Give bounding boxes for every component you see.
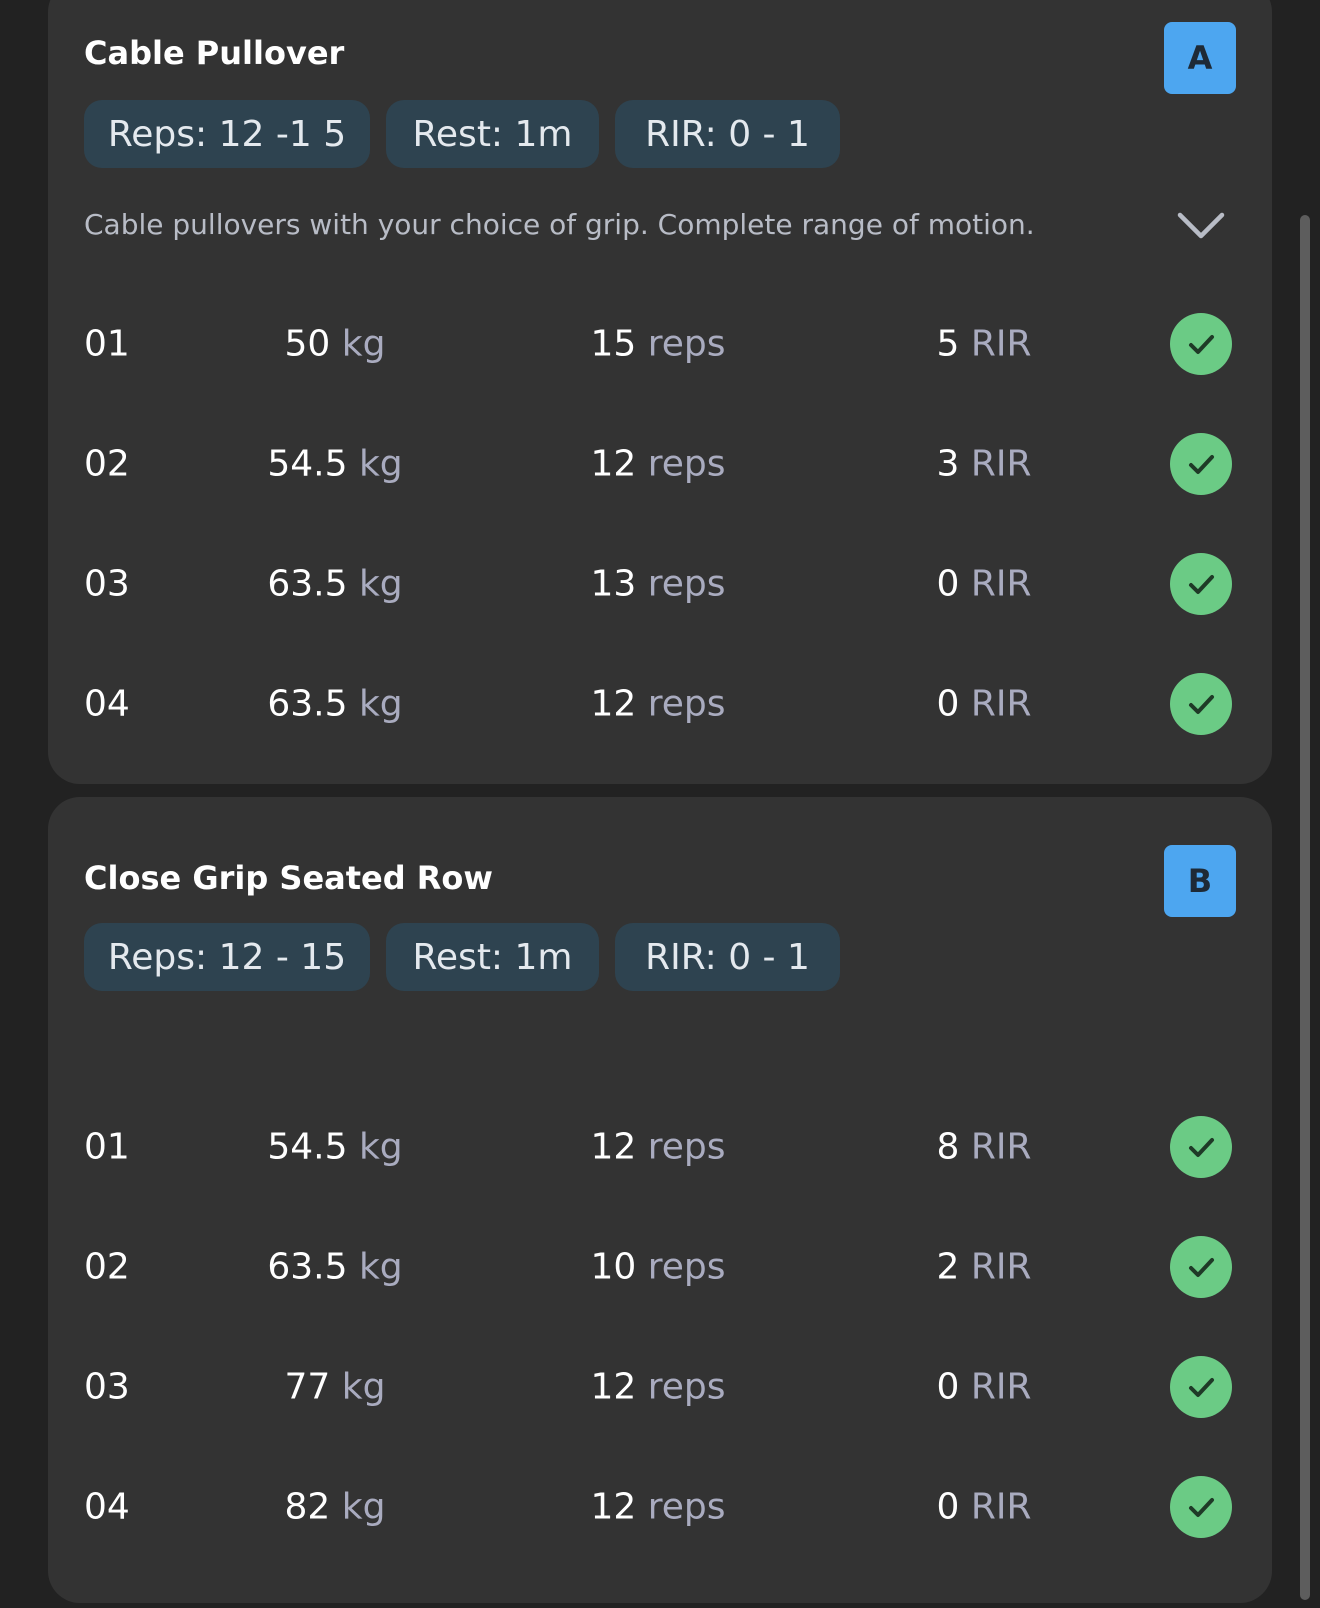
set-number: 03	[84, 563, 130, 605]
superset-badge[interactable]: A	[1164, 22, 1236, 94]
set-row[interactable]: 01 54.5 kg 12 reps 8 RIR	[48, 1115, 1272, 1179]
scrollbar[interactable]	[1300, 215, 1310, 1600]
set-row[interactable]: 02 54.5 kg 12 reps 3 RIR	[48, 432, 1272, 496]
set-reps[interactable]: 10 reps	[590, 1247, 725, 1288]
set-row[interactable]: 03 63.5 kg 13 reps 0 RIR	[48, 552, 1272, 616]
set-number: 01	[84, 323, 130, 365]
check-circle-icon[interactable]	[1170, 1356, 1232, 1418]
exercise-chips: Reps: 12 -1 5 Rest: 1m RIR: 0 - 1	[84, 100, 840, 168]
set-number: 02	[84, 1246, 130, 1288]
check-circle-icon[interactable]	[1170, 1476, 1232, 1538]
rest-chip: Rest: 1m	[386, 100, 599, 168]
set-rir[interactable]: 0 RIR	[936, 1367, 1031, 1408]
rest-chip: Rest: 1m	[386, 923, 599, 991]
set-row[interactable]: 04 82 kg 12 reps 0 RIR	[48, 1475, 1272, 1539]
set-number: 03	[84, 1366, 130, 1408]
check-circle-icon[interactable]	[1170, 673, 1232, 735]
set-reps[interactable]: 12 reps	[590, 1367, 725, 1408]
check-circle-icon[interactable]	[1170, 313, 1232, 375]
set-weight[interactable]: 54.5 kg	[267, 444, 402, 485]
set-row[interactable]: 01 50 kg 15 reps 5 RIR	[48, 312, 1272, 376]
superset-badge[interactable]: B	[1164, 845, 1236, 917]
exercise-title: Cable Pullover	[84, 34, 345, 72]
set-number: 01	[84, 1126, 130, 1168]
set-reps[interactable]: 12 reps	[590, 684, 725, 725]
set-reps[interactable]: 12 reps	[590, 1127, 725, 1168]
set-weight[interactable]: 63.5 kg	[267, 684, 402, 725]
exercise-chips: Reps: 12 - 15 Rest: 1m RIR: 0 - 1	[84, 923, 840, 991]
check-circle-icon[interactable]	[1170, 433, 1232, 495]
set-number: 04	[84, 1486, 130, 1528]
exercise-title: Close Grip Seated Row	[84, 859, 493, 897]
set-rir[interactable]: 0 RIR	[936, 1487, 1031, 1528]
rir-chip: RIR: 0 - 1	[615, 100, 840, 168]
workout-screen: Cable Pullover A Reps: 12 -1 5 Rest: 1m …	[0, 0, 1320, 1608]
set-row[interactable]: 04 63.5 kg 12 reps 0 RIR	[48, 672, 1272, 736]
check-circle-icon[interactable]	[1170, 1116, 1232, 1178]
set-weight[interactable]: 63.5 kg	[267, 1247, 402, 1288]
set-reps[interactable]: 12 reps	[590, 444, 725, 485]
set-rir[interactable]: 0 RIR	[936, 564, 1031, 605]
set-reps[interactable]: 12 reps	[590, 1487, 725, 1528]
set-number: 02	[84, 443, 130, 485]
set-weight[interactable]: 54.5 kg	[267, 1127, 402, 1168]
set-weight[interactable]: 50 kg	[285, 324, 386, 365]
set-weight[interactable]: 77 kg	[285, 1367, 386, 1408]
set-rir[interactable]: 8 RIR	[936, 1127, 1031, 1168]
set-reps[interactable]: 15 reps	[590, 324, 725, 365]
reps-chip: Reps: 12 -1 5	[84, 100, 370, 168]
set-row[interactable]: 02 63.5 kg 10 reps 2 RIR	[48, 1235, 1272, 1299]
check-circle-icon[interactable]	[1170, 553, 1232, 615]
set-weight[interactable]: 63.5 kg	[267, 564, 402, 605]
set-rir[interactable]: 5 RIR	[936, 324, 1031, 365]
set-rir[interactable]: 0 RIR	[936, 684, 1031, 725]
set-rir[interactable]: 3 RIR	[936, 444, 1031, 485]
reps-chip: Reps: 12 - 15	[84, 923, 370, 991]
check-circle-icon[interactable]	[1170, 1236, 1232, 1298]
exercise-card-cable-pullover: Cable Pullover A Reps: 12 -1 5 Rest: 1m …	[48, 0, 1272, 784]
set-number: 04	[84, 683, 130, 725]
set-weight[interactable]: 82 kg	[285, 1487, 386, 1528]
set-reps[interactable]: 13 reps	[590, 564, 725, 605]
set-row[interactable]: 03 77 kg 12 reps 0 RIR	[48, 1355, 1272, 1419]
set-rir[interactable]: 2 RIR	[936, 1247, 1031, 1288]
exercise-card-close-grip-seated-row: Close Grip Seated Row B Reps: 12 - 15 Re…	[48, 797, 1272, 1603]
exercise-description: Cable pullovers with your choice of grip…	[84, 208, 1035, 241]
chevron-down-icon[interactable]	[1176, 210, 1226, 242]
rir-chip: RIR: 0 - 1	[615, 923, 840, 991]
